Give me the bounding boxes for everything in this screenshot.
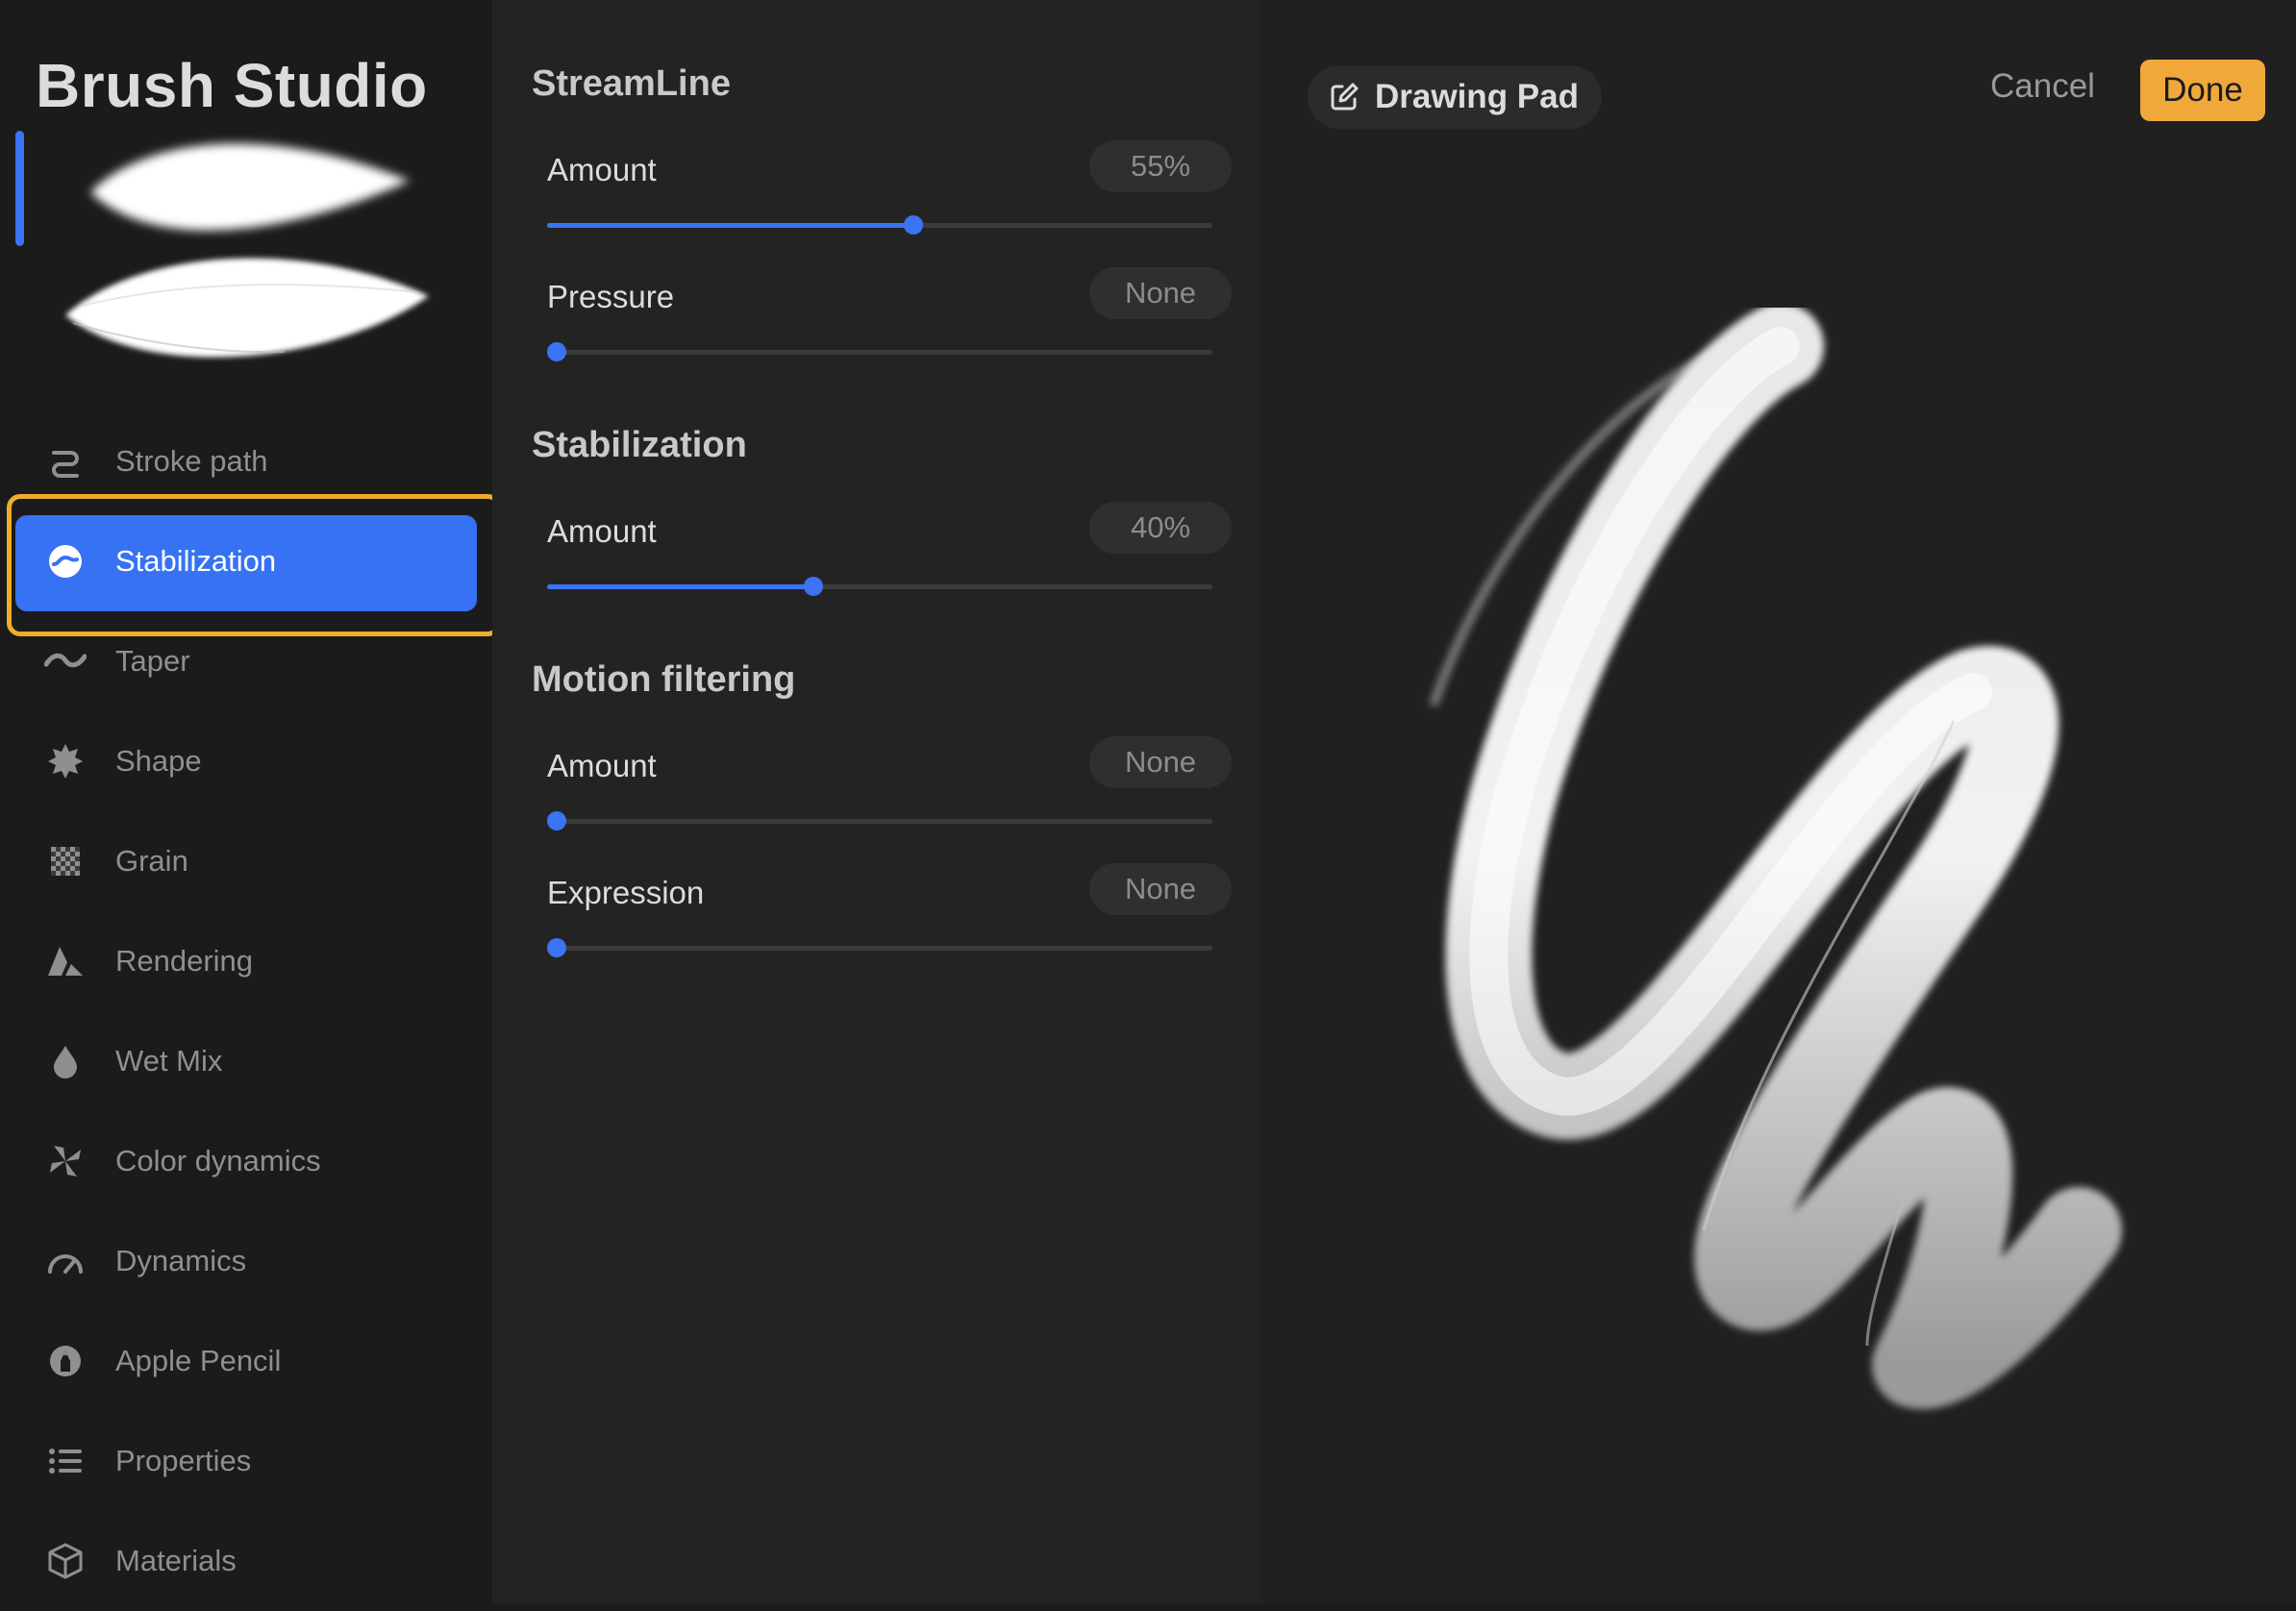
value-pill[interactable]: None xyxy=(1089,736,1232,788)
sidebar-item-label: Materials xyxy=(115,1544,237,1577)
sidebar-item-label: Wet Mix xyxy=(115,1044,223,1078)
stroke-path-icon xyxy=(44,440,87,483)
section-title-streamline: StreamLine xyxy=(532,63,731,104)
droplet-icon xyxy=(44,1040,87,1082)
sidebar-item-label: Shape xyxy=(115,744,202,778)
sidebar-item-stabilization[interactable]: Stabilization xyxy=(0,511,492,611)
param-label: Pressure xyxy=(547,279,675,314)
sidebar-item-properties[interactable]: Properties xyxy=(0,1411,492,1511)
done-button[interactable]: Done xyxy=(2140,60,2265,121)
sidebar-item-label: Dynamics xyxy=(115,1244,247,1277)
shape-icon xyxy=(44,740,87,782)
cube-icon xyxy=(44,1540,87,1582)
motion-filtering-amount-slider[interactable] xyxy=(547,811,1212,830)
value-pill[interactable]: 40% xyxy=(1089,502,1232,554)
drawing-pad-label: Drawing Pad xyxy=(1375,78,1579,115)
color-dynamics-icon xyxy=(44,1140,87,1182)
stabilization-icon xyxy=(44,540,87,582)
drawing-pad-button[interactable]: Drawing Pad xyxy=(1308,65,1602,129)
cancel-button[interactable]: Cancel xyxy=(1990,67,2095,106)
brush-preview[interactable] xyxy=(15,123,438,375)
list-icon xyxy=(44,1440,87,1482)
slider-thumb[interactable] xyxy=(547,938,566,957)
sidebar: Brush Studio Stroke path Stabilization T… xyxy=(0,0,501,1603)
sidebar-item-apple-pencil[interactable]: Apple Pencil xyxy=(0,1311,492,1411)
sidebar-item-dynamics[interactable]: Dynamics xyxy=(0,1211,492,1311)
sidebar-item-grain[interactable]: Grain xyxy=(0,811,492,911)
settings-menu: Stroke path Stabilization Taper Shape Gr… xyxy=(0,411,492,1611)
section-title-stabilization: Stabilization xyxy=(532,425,747,465)
streamline-amount-slider[interactable] xyxy=(547,215,1212,235)
rendering-icon xyxy=(44,940,87,982)
sidebar-item-label: Grain xyxy=(115,844,188,878)
sidebar-item-shape[interactable]: Shape xyxy=(0,711,492,811)
sidebar-item-stroke-path[interactable]: Stroke path xyxy=(0,411,492,511)
drawing-pad[interactable]: Drawing Pad Cancel Done xyxy=(1261,0,2296,1603)
param-label: Amount xyxy=(547,152,657,187)
value-pill[interactable]: 55% xyxy=(1089,140,1232,192)
param-label: Expression xyxy=(547,875,705,910)
streamline-pressure-slider[interactable] xyxy=(547,342,1212,361)
stabilization-amount-control: Amount 40% xyxy=(547,502,1232,619)
motion-filtering-amount-control: Amount None xyxy=(547,736,1232,854)
taper-icon xyxy=(44,640,87,682)
param-label: Amount xyxy=(547,513,657,549)
brush-stroke-preview xyxy=(1430,308,2122,1409)
motion-filtering-expression-control: Expression None xyxy=(547,863,1232,980)
sidebar-item-rendering[interactable]: Rendering xyxy=(0,911,492,1011)
param-label: Amount xyxy=(547,748,657,783)
slider-fill xyxy=(547,223,913,228)
sidebar-item-label: Taper xyxy=(115,644,190,678)
slider-thumb[interactable] xyxy=(803,577,823,596)
sidebar-item-label: Rendering xyxy=(115,944,254,978)
sidebar-item-label: Stroke path xyxy=(115,444,268,478)
settings-panel: StreamLine Amount 55% Pressure None Stab… xyxy=(492,0,1261,1603)
section-title-motion-filtering: Motion filtering xyxy=(532,659,796,700)
edit-icon xyxy=(1331,83,1359,111)
gauge-icon xyxy=(44,1240,87,1282)
sidebar-item-wet-mix[interactable]: Wet Mix xyxy=(0,1011,492,1111)
stabilization-amount-slider[interactable] xyxy=(547,577,1212,596)
slider-thumb[interactable] xyxy=(547,811,566,830)
sidebar-item-label: Apple Pencil xyxy=(115,1344,282,1377)
grain-icon xyxy=(44,840,87,882)
sidebar-item-label: Properties xyxy=(115,1444,252,1477)
value-pill[interactable]: None xyxy=(1089,267,1232,319)
sidebar-item-color-dynamics[interactable]: Color dynamics xyxy=(0,1111,492,1211)
streamline-amount-control: Amount 55% xyxy=(547,140,1232,258)
sidebar-item-label: Color dynamics xyxy=(115,1144,321,1177)
slider-thumb[interactable] xyxy=(903,215,923,235)
slider-fill xyxy=(547,584,813,589)
sidebar-item-label: Stabilization xyxy=(115,544,277,578)
value-pill[interactable]: None xyxy=(1089,863,1232,915)
sidebar-item-taper[interactable]: Taper xyxy=(0,611,492,711)
app-title: Brush Studio xyxy=(36,51,428,120)
pencil-icon xyxy=(44,1340,87,1382)
slider-thumb[interactable] xyxy=(547,342,566,361)
sidebar-item-materials[interactable]: Materials xyxy=(0,1511,492,1611)
streamline-pressure-control: Pressure None xyxy=(547,267,1232,384)
motion-filtering-expression-slider[interactable] xyxy=(547,938,1212,957)
